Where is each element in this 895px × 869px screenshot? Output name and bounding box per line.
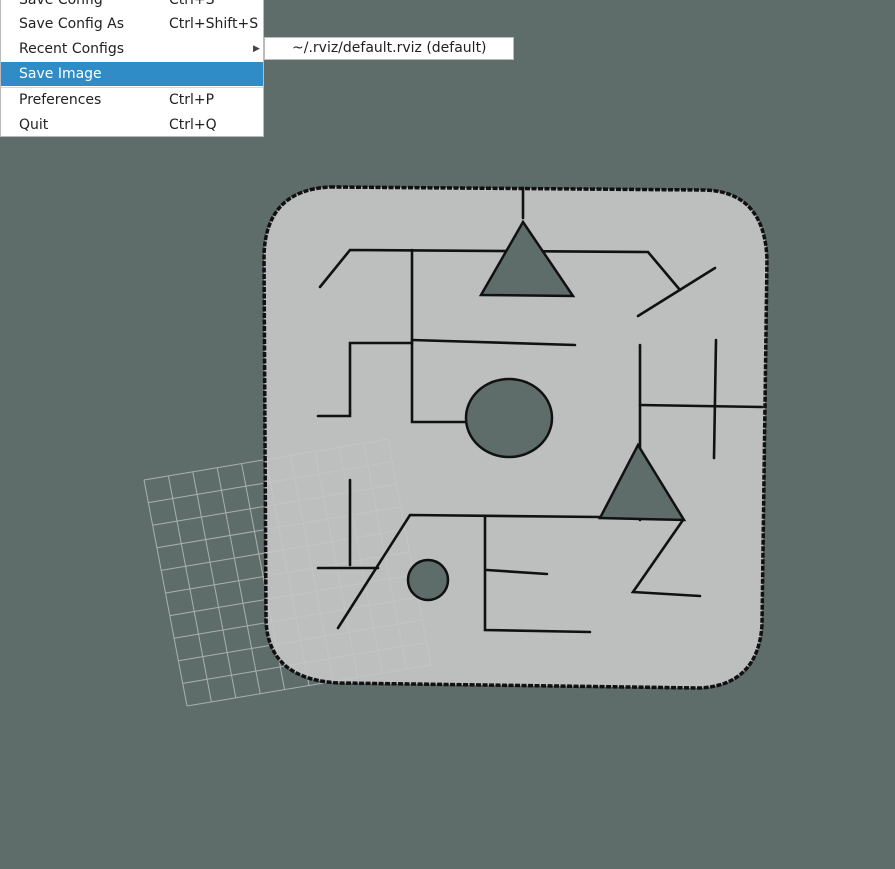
menu-item-quit[interactable]: Quit Ctrl+Q bbox=[1, 113, 263, 137]
menu-item-label: Preferences bbox=[19, 92, 102, 108]
submenu-arrow-icon: ▶ bbox=[253, 44, 260, 54]
submenu-item-default-rviz[interactable]: ~/.rviz/default.rviz (default) bbox=[292, 38, 487, 59]
recent-configs-submenu: ~/.rviz/default.rviz (default) bbox=[264, 37, 514, 60]
menu-item-shortcut: Ctrl+Shift+S bbox=[169, 16, 259, 32]
menu-item-label: Recent Configs bbox=[19, 41, 125, 57]
menu-item-save-config-as[interactable]: Save Config As Ctrl+Shift+S bbox=[1, 12, 263, 36]
menu-item-shortcut: Ctrl+S bbox=[169, 0, 215, 8]
menu-item-recent-configs[interactable]: Recent Configs ▶ bbox=[1, 37, 263, 61]
menu-item-preferences[interactable]: Preferences Ctrl+P bbox=[1, 88, 263, 112]
menu-item-shortcut: Ctrl+Q bbox=[169, 117, 217, 133]
menu-item-label: Save Image bbox=[19, 66, 102, 82]
menu-item-label: Quit bbox=[19, 117, 49, 133]
menu-item-shortcut: Ctrl+P bbox=[169, 92, 215, 108]
menu-item-label: Save Config As bbox=[19, 16, 125, 32]
menu-item-save-config[interactable]: Save Config Ctrl+S bbox=[1, 0, 263, 12]
menu-item-label: Save Config bbox=[19, 0, 103, 8]
file-menu: Save Config Ctrl+S Save Config As Ctrl+S… bbox=[0, 0, 264, 137]
menu-item-save-image[interactable]: Save Image bbox=[1, 62, 263, 86]
